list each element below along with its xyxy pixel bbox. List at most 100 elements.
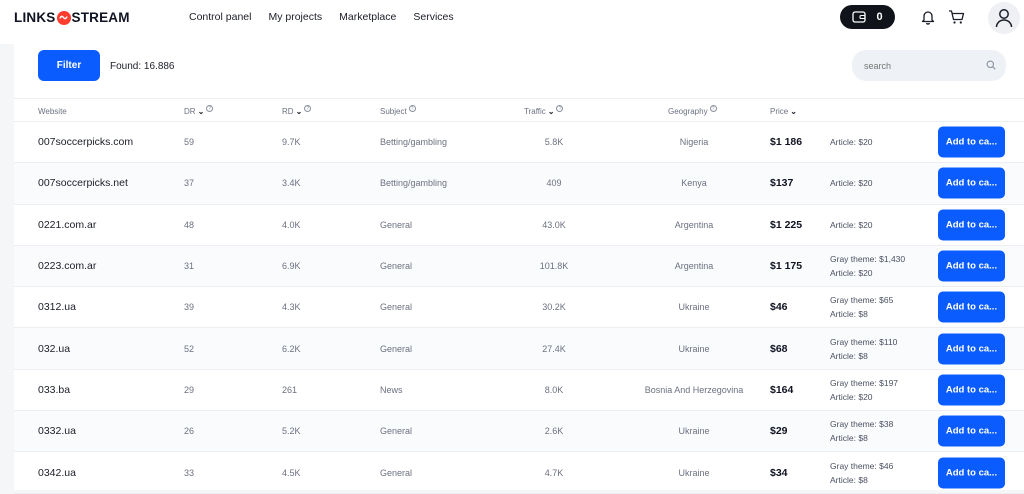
user-avatar-button[interactable] xyxy=(988,2,1020,34)
add-to-cart-button[interactable]: Add to ca... xyxy=(938,291,1005,323)
subject-value: General xyxy=(380,302,413,313)
brand-text-right: STREAM xyxy=(71,10,130,25)
rd-value: 4.3K xyxy=(282,302,301,313)
dr-value: 37 xyxy=(184,178,195,189)
price-option-line: Gray theme: $65 xyxy=(830,295,894,306)
top-navbar: LINKS STREAM Control panel My projects M… xyxy=(0,0,1024,44)
price-options: Gray theme: $38 Article: $8 xyxy=(830,417,893,445)
add-to-cart-button[interactable]: Add to ca... xyxy=(938,209,1005,241)
price-value: $1 186 xyxy=(770,136,803,149)
price-options: Gray theme: $110 Article: $8 xyxy=(830,335,897,363)
col-label: RD xyxy=(282,107,294,116)
price-options: Article: $20 xyxy=(830,176,873,190)
price-option-line: Article: $20 xyxy=(830,219,873,230)
table-row: 0342.ua 33 4.5K General 4.7K Ukraine $34 Gray t… xyxy=(14,452,1024,494)
info-icon[interactable]: ? xyxy=(304,105,312,112)
price-option-line: Article: $8 xyxy=(830,350,868,361)
rd-value: 261 xyxy=(282,384,298,395)
info-icon[interactable]: ? xyxy=(408,105,416,112)
bell-icon[interactable] xyxy=(919,8,937,26)
website-link[interactable]: 0312.ua xyxy=(38,301,76,313)
search-box[interactable] xyxy=(852,50,1006,81)
price-options: Gray theme: $46 Article: $8 xyxy=(830,459,893,487)
rd-value: 4.0K xyxy=(282,219,301,230)
price-value: $68 xyxy=(770,342,788,355)
price-value: $164 xyxy=(770,383,794,396)
add-to-cart-button[interactable]: Add to ca... xyxy=(938,374,1005,406)
cart-icon[interactable] xyxy=(947,8,965,26)
add-to-cart-button[interactable]: Add to ca... xyxy=(938,167,1005,199)
subject-value: Betting/gambling xyxy=(380,178,448,189)
info-icon[interactable]: ? xyxy=(709,105,717,112)
price-option-line: Article: $8 xyxy=(830,309,868,320)
add-to-cart-button[interactable]: Add to ca... xyxy=(938,457,1005,489)
info-icon[interactable]: ? xyxy=(556,105,564,112)
table-header: Website DR ⌄? RD ⌄? Subject? Traffic ⌄? Geo… xyxy=(14,98,1024,122)
subject-value: General xyxy=(380,261,413,272)
nav-my-projects[interactable]: My projects xyxy=(268,11,322,23)
table-row: 0312.ua 39 4.3K General 30.2K Ukraine $46 Gray … xyxy=(14,287,1024,329)
table-row: 033.ba 29 261 News 8.0K Bosnia And Herzegovin… xyxy=(14,370,1024,412)
website-link[interactable]: 0342.ua xyxy=(38,467,76,479)
add-to-cart-button[interactable]: Add to ca... xyxy=(938,126,1005,158)
col-label: DR xyxy=(184,107,196,116)
price-value: $1 225 xyxy=(770,218,803,231)
sort-chevron-icon[interactable]: ⌄ xyxy=(296,107,303,116)
price-option-line: Gray theme: $38 xyxy=(830,419,894,430)
search-input[interactable] xyxy=(864,60,984,71)
table-row: 0223.com.ar 31 6.9K General 101.8K Argentina $… xyxy=(14,245,1024,288)
col-rd[interactable]: RD ⌄? xyxy=(282,105,312,116)
website-link[interactable]: 0223.com.ar xyxy=(38,260,96,272)
geography-value: Bosnia And Herzegovina xyxy=(644,384,744,395)
filter-button[interactable]: Filter xyxy=(38,50,100,81)
price-value: $137 xyxy=(770,177,794,190)
wallet-balance-button[interactable]: 0 xyxy=(840,5,895,29)
price-option-line: Article: $20 xyxy=(830,268,873,279)
brand-logo[interactable]: LINKS STREAM xyxy=(14,10,130,25)
table-row: 032.ua 52 6.2K General 27.4K Ukraine $68 Gray t… xyxy=(14,328,1024,370)
col-geography: Geography? xyxy=(668,105,717,116)
main-nav: Control panel My projects Marketplace Se… xyxy=(189,11,454,23)
rd-value: 9.7K xyxy=(282,137,301,148)
rd-value: 4.5K xyxy=(282,467,301,478)
add-to-cart-button[interactable]: Add to ca... xyxy=(938,415,1005,447)
table-row: 0332.ua 26 5.2K General 2.6K Ukraine $29 Gray t… xyxy=(14,411,1024,453)
nav-services[interactable]: Services xyxy=(413,11,453,23)
wallet-balance: 0 xyxy=(876,11,883,23)
website-link[interactable]: 0332.ua xyxy=(38,425,76,437)
sort-chevron-icon[interactable]: ⌄ xyxy=(548,107,555,116)
col-traffic[interactable]: Traffic ⌄? xyxy=(524,105,564,116)
price-option-line: Gray theme: $110 xyxy=(830,336,898,347)
sort-chevron-icon[interactable]: ⌄ xyxy=(790,107,797,116)
website-link[interactable]: 032.ua xyxy=(38,343,70,355)
price-options: Gray theme: $197 Article: $20 xyxy=(830,376,898,404)
website-link[interactable]: 007soccerpicks.com xyxy=(38,136,133,148)
sort-chevron-icon[interactable]: ⌄ xyxy=(198,107,205,116)
nav-marketplace[interactable]: Marketplace xyxy=(339,11,396,23)
found-count: Found: 16.886 xyxy=(110,61,175,72)
subject-value: News xyxy=(380,384,403,395)
traffic-value: 8.0K xyxy=(544,384,564,395)
add-to-cart-button[interactable]: Add to ca... xyxy=(938,333,1005,365)
website-link[interactable]: 007soccerpicks.net xyxy=(38,177,128,189)
rd-value: 5.2K xyxy=(282,426,301,437)
add-to-cart-button[interactable]: Add to ca... xyxy=(938,250,1005,282)
col-price[interactable]: Price ⌄ xyxy=(770,107,797,116)
marketplace-panel: Filter Found: 16.886 Website DR⌄? RD⌄? S… xyxy=(14,44,1024,494)
col-dr[interactable]: DR ⌄? xyxy=(184,105,214,116)
dr-value: 33 xyxy=(184,467,195,478)
col-label: Traffic xyxy=(524,107,546,116)
search-icon[interactable] xyxy=(986,60,996,70)
website-link[interactable]: 033.ba xyxy=(38,384,70,396)
price-option-line: Article: $20 xyxy=(830,391,873,402)
website-link[interactable]: 0221.com.ar xyxy=(38,219,96,231)
price-options: Gray theme: $65 Article: $8 xyxy=(830,293,893,321)
price-option-line: Article: $20 xyxy=(830,137,873,148)
traffic-value: 30.2K xyxy=(542,302,566,313)
geography-value: Argentina xyxy=(674,261,714,272)
info-icon[interactable]: ? xyxy=(206,105,214,112)
dr-value: 29 xyxy=(184,384,195,395)
geography-value: Ukraine xyxy=(678,302,710,313)
dr-value: 52 xyxy=(184,343,195,354)
nav-control-panel[interactable]: Control panel xyxy=(189,11,251,23)
